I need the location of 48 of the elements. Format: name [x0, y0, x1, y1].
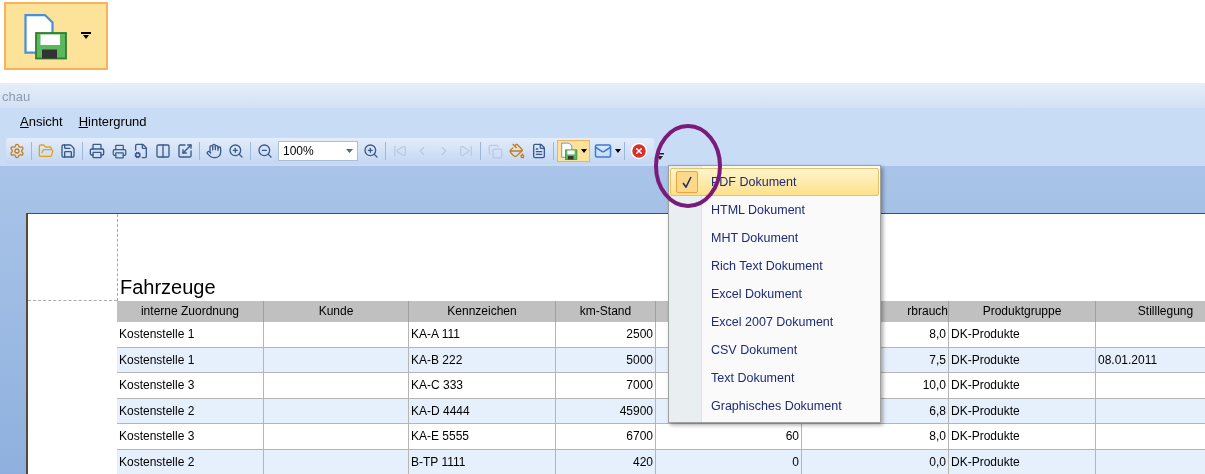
- overflow-icon[interactable]: [656, 152, 664, 160]
- table-cell: KA-A 111: [409, 322, 556, 347]
- table-cell: 2500: [556, 322, 656, 347]
- table-cell: KA-C 333: [409, 373, 556, 398]
- menu-item[interactable]: Hintergrund: [78, 112, 147, 132]
- save-document-icon: [21, 12, 69, 60]
- table-cell: 45900: [556, 398, 656, 423]
- table-cell: Kostenstelle 2: [117, 449, 264, 474]
- table-cell: 08.01.2011: [1096, 347, 1205, 372]
- table-cell: B-TP 1111: [409, 449, 556, 474]
- table-cell: 0: [656, 449, 802, 474]
- table-cell: Kostenstelle 3: [117, 424, 264, 449]
- zoom-field[interactable]: 100%: [278, 141, 358, 161]
- export-button[interactable]: [557, 140, 590, 162]
- menu-item[interactable]: Rich Text Dokument: [670, 252, 879, 280]
- window-title: chau: [2, 89, 31, 104]
- report-title: Fahrzeuge: [119, 275, 216, 300]
- table-cell: DK-Produkte: [949, 373, 1096, 398]
- checkmark-icon: [676, 171, 698, 193]
- menu-item[interactable]: Ansicht: [20, 112, 63, 132]
- caret-icon: [581, 149, 587, 153]
- caret-icon: [346, 149, 353, 153]
- menu-item[interactable]: HTML Dokument: [670, 196, 879, 224]
- table-cell: 0,0: [802, 449, 949, 474]
- table-cell: Kostenstelle 1: [117, 322, 264, 347]
- table-cell: DK-Produkte: [949, 322, 1096, 347]
- table-cell: Kostenstelle 1: [117, 347, 264, 372]
- menu-item[interactable]: MHT Dokument: [670, 224, 879, 252]
- table-cell: DK-Produkte: [949, 449, 1096, 474]
- table-cell: 5000: [556, 347, 656, 372]
- table-cell: 8,0: [802, 424, 949, 449]
- close-icon[interactable]: [628, 140, 650, 162]
- table-cell: DK-Produkte: [949, 424, 1096, 449]
- caret-icon: [81, 32, 91, 40]
- table-cell: KA-D 4444: [409, 398, 556, 423]
- table-cell: 420: [556, 449, 656, 474]
- table-cell: 6700: [556, 424, 656, 449]
- table-cell: DK-Produkte: [949, 398, 1096, 423]
- table-cell: Kostenstelle 2: [117, 398, 264, 423]
- table-cell: DK-Produkte: [949, 347, 1096, 372]
- export-button[interactable]: [4, 2, 108, 70]
- table-cell: 7000: [556, 373, 656, 398]
- table-cell: Kostenstelle 3: [117, 373, 264, 398]
- caret-icon: [615, 149, 621, 153]
- save-document-icon: [560, 142, 578, 160]
- table-cell: KA-E 5555: [409, 424, 556, 449]
- table-cell: 60: [656, 424, 802, 449]
- table-cell: KA-B 222: [409, 347, 556, 372]
